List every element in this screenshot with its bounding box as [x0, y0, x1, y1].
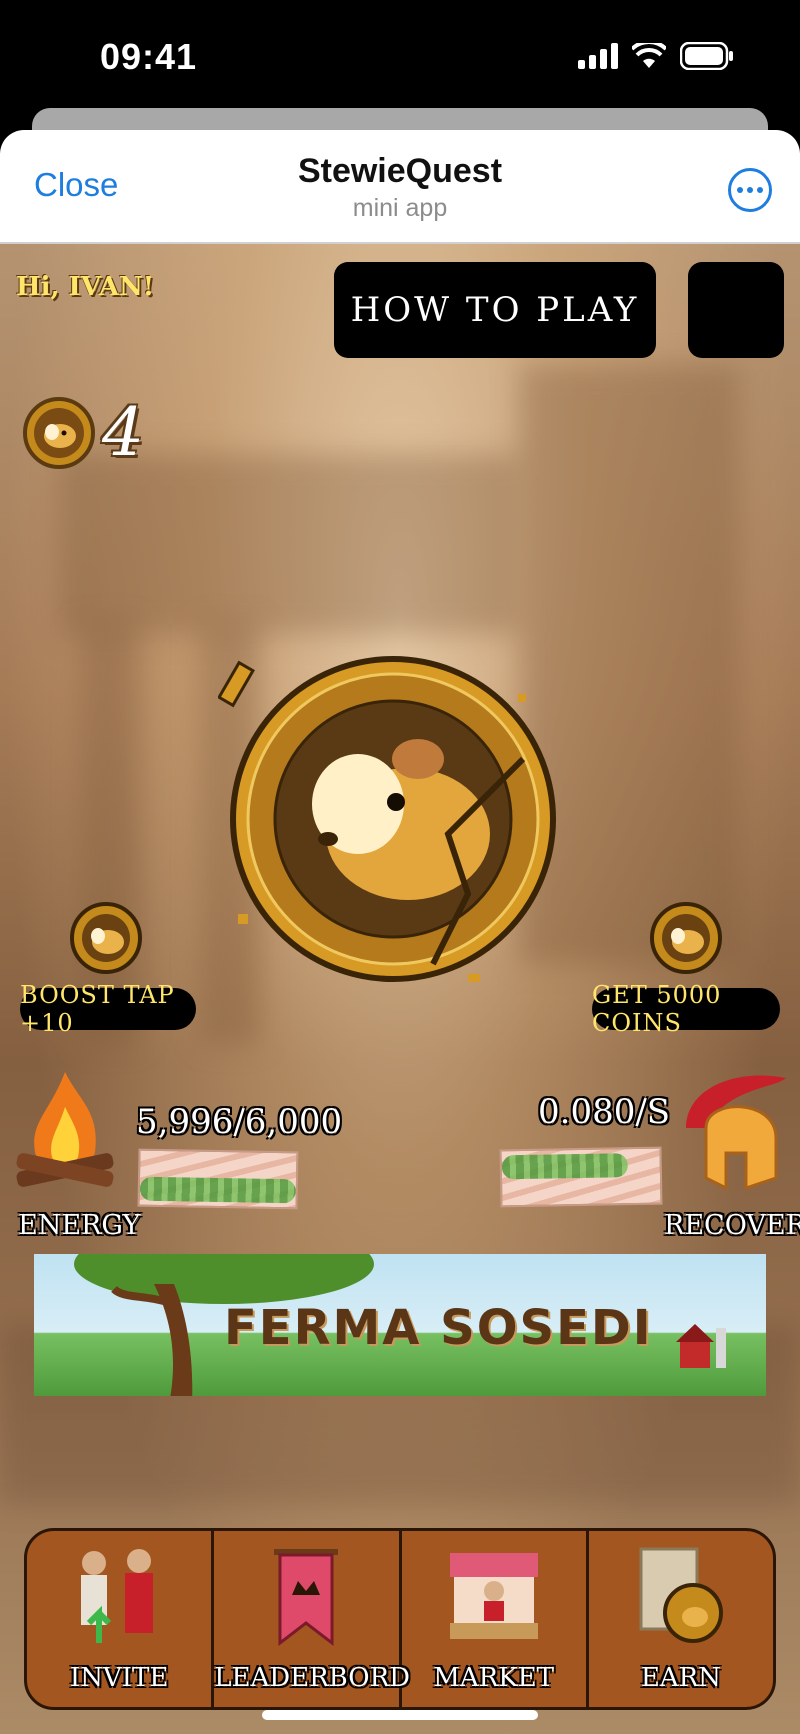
nav-market-label: MARKET	[433, 1663, 554, 1693]
nav-invite-label: INVITE	[69, 1663, 169, 1693]
status-icons	[578, 42, 734, 70]
boost-tap-button[interactable]: BOOST TAP +10	[20, 981, 196, 1037]
more-options-button[interactable]	[728, 168, 772, 212]
ferma-sosedi-banner[interactable]: FERMA SOSEDI	[34, 1254, 766, 1396]
nav-leaderboard-label: LEADERBORD	[214, 1663, 410, 1693]
coin-balance: 4	[22, 394, 144, 471]
bottom-nav: INVITE LEADERBORD MARKET EARN	[24, 1528, 776, 1710]
earn-scroll-coin-icon	[639, 1547, 723, 1643]
spartan-helmet-icon	[686, 1075, 786, 1191]
status-bar: 09:41	[0, 0, 800, 110]
more-dot-icon	[757, 187, 763, 193]
game-area: Hi, IVAN! HOW TO PLAY 4 BOOST TAP +10 GE…	[0, 244, 800, 1734]
recovery-bar	[499, 1146, 663, 1208]
mini-app-header: Close StewieQuest mini app	[0, 130, 800, 244]
energy-bar	[137, 1148, 299, 1210]
nav-earn-label: EARN	[640, 1663, 721, 1693]
energy-label: ENERGY	[18, 1210, 141, 1241]
boost-coin-icon	[70, 902, 142, 974]
get-coins-coin-icon	[650, 902, 722, 974]
nav-market[interactable]: MARKET	[402, 1531, 589, 1707]
nav-earn[interactable]: EARN	[589, 1531, 773, 1707]
barn-icon	[676, 1324, 726, 1368]
energy-value: 5,996/6,000	[136, 1102, 343, 1142]
app-subtitle: mini app	[352, 194, 448, 222]
status-time: 09:41	[100, 36, 198, 77]
wifi-icon	[632, 43, 666, 68]
leaderboard-banner-icon	[274, 1549, 339, 1647]
black-square-button[interactable]	[688, 262, 784, 358]
nav-leaderboard[interactable]: LEADERBORD	[214, 1531, 410, 1707]
banner-title: FERMA SOSEDI	[224, 1300, 653, 1356]
how-to-play-button[interactable]: HOW TO PLAY	[334, 262, 656, 358]
market-stall-icon	[449, 1553, 538, 1639]
nav-invite[interactable]: INVITE	[27, 1531, 215, 1707]
coin-icon	[23, 396, 95, 469]
battery-icon	[680, 42, 733, 70]
coin-count: 4	[102, 394, 144, 471]
temple-pediment-backdrop	[60, 454, 520, 634]
cellular-signal-icon	[578, 43, 618, 69]
more-dot-icon	[747, 187, 753, 193]
get-coins-button[interactable]: GET 5000 COINS	[592, 981, 780, 1037]
recovery-label: RECOVERY	[664, 1210, 800, 1241]
campfire-icon	[16, 1072, 114, 1187]
greeting: Hi, IVAN!	[16, 272, 155, 302]
more-dot-icon	[737, 187, 743, 193]
recovery-bar-fill	[501, 1153, 629, 1180]
tap-coin-icon[interactable]	[218, 644, 568, 994]
screen: 09:41 Close StewieQuest mini app Hi, IVA…	[0, 0, 800, 1734]
energy-bar-fill	[139, 1176, 296, 1204]
invite-icon	[81, 1549, 154, 1643]
app-title: StewieQuest	[297, 152, 503, 190]
home-indicator	[262, 1710, 538, 1720]
recovery-rate-value: 0.080/S	[538, 1092, 671, 1132]
